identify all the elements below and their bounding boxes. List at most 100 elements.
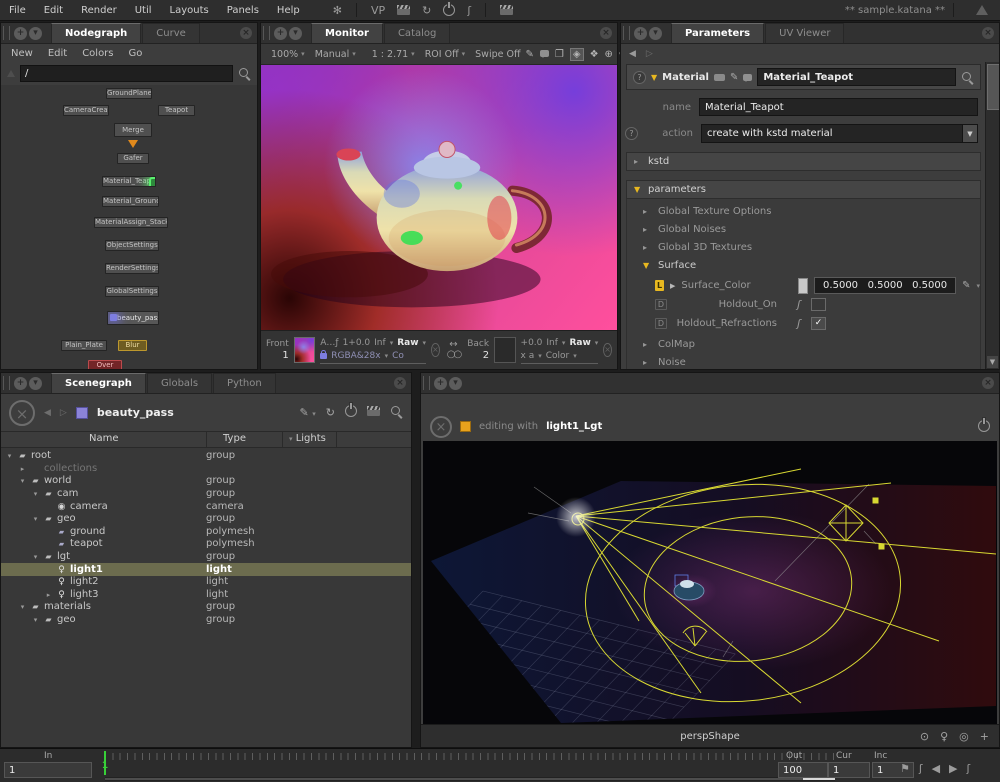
power-icon[interactable] <box>978 417 990 436</box>
menu-item[interactable]: Edit <box>35 5 72 16</box>
help-icon[interactable]: ? <box>625 127 638 140</box>
default-value-badge[interactable]: D <box>655 299 667 310</box>
search-icon[interactable] <box>961 71 974 84</box>
viewport-toggle[interactable]: VP <box>371 4 385 17</box>
node[interactable]: CameraCreate <box>63 105 109 116</box>
update-mode-dropdown[interactable]: Manual▾ <box>310 49 361 60</box>
node[interactable]: MaterialAssign_Stack <box>94 217 168 228</box>
comment-icon[interactable] <box>540 49 549 60</box>
menu-item[interactable]: Layouts <box>161 5 218 16</box>
node-name-input[interactable]: Material_Teapot <box>757 68 956 86</box>
crosshair-icon[interactable]: ⊕ <box>605 49 613 60</box>
panel-close-icon[interactable]: × <box>982 27 994 39</box>
node[interactable]: RenderSettings <box>105 263 159 274</box>
tab[interactable]: Scenegraph <box>51 373 146 393</box>
expander-icon[interactable]: ▾ <box>5 450 14 462</box>
back-icon[interactable]: ◀ <box>44 408 51 418</box>
pen-icon[interactable]: ✎ <box>962 280 970 291</box>
roi-dropdown[interactable]: ROI Off▾ <box>420 49 470 60</box>
panel-menu-icon[interactable]: ▾ <box>29 27 42 40</box>
camera-name[interactable]: perspShape <box>680 731 739 742</box>
panel-grip[interactable] <box>623 26 630 40</box>
lock-icon[interactable] <box>320 353 327 359</box>
tab[interactable]: Parameters <box>671 23 764 43</box>
group-global-3d-textures[interactable]: ▸Global 3D Textures <box>627 238 980 256</box>
panel-grip[interactable] <box>3 376 10 390</box>
node[interactable]: Blur <box>118 340 147 351</box>
parameters-section-header[interactable]: ▼ parameters <box>626 180 981 199</box>
prev-key-icon[interactable]: ʃ <box>919 762 923 775</box>
clapperboard-icon[interactable] <box>367 406 380 419</box>
zoom-dropdown[interactable]: 100%▾ <box>266 49 310 60</box>
scenegraph-row[interactable]: light1 light <box>1 563 411 576</box>
node[interactable]: beauty_pass <box>107 311 159 325</box>
forward-icon[interactable]: ▷ <box>60 408 67 418</box>
back-icon[interactable]: ◀ <box>629 49 636 59</box>
column-lights[interactable]: ▾ Lights <box>289 433 326 444</box>
back-thumbnail[interactable] <box>494 337 515 363</box>
scenegraph-row[interactable]: ▾ lgt group <box>1 551 411 564</box>
column-divider[interactable] <box>336 432 337 447</box>
visibility-icon[interactable]: ⊙ <box>920 730 929 743</box>
node[interactable]: Plain_Plate <box>61 340 107 351</box>
clapperboard-icon[interactable] <box>397 5 410 15</box>
menu-item[interactable]: Help <box>268 5 309 16</box>
buffer-link[interactable]: ↔ ○○ <box>447 340 460 360</box>
color-swatch[interactable] <box>798 278 808 294</box>
menu-item[interactable]: Render <box>72 5 126 16</box>
target-icon[interactable]: ◎ <box>959 730 969 743</box>
panel-menu-icon[interactable]: ▾ <box>449 377 462 390</box>
node[interactable]: Material_Teapot <box>102 176 156 187</box>
search-icon[interactable] <box>390 405 403 421</box>
group-global-noises[interactable]: ▸Global Noises <box>627 220 980 238</box>
expander-icon[interactable]: ▾ <box>31 488 40 500</box>
tab[interactable]: Python <box>213 373 276 393</box>
liveness-icon[interactable]: × <box>430 416 452 438</box>
expander-icon[interactable]: ▾ <box>18 601 27 613</box>
render-clapper-icon[interactable] <box>500 5 513 15</box>
tab[interactable]: UV Viewer <box>765 23 844 43</box>
clear-back-icon[interactable]: × <box>603 343 612 357</box>
view-flag-arrow-icon[interactable] <box>128 140 138 153</box>
swatches-icon[interactable]: ❖ <box>590 49 599 60</box>
gear-icon[interactable]: ✻ <box>333 4 342 17</box>
pixel-probe-icon[interactable]: ◈ <box>570 48 584 61</box>
scenegraph-row[interactable]: ▾ world group <box>1 475 411 488</box>
scenegraph-row[interactable]: teapot polymesh <box>1 538 411 551</box>
in-frame-field[interactable]: 1 <box>4 762 92 778</box>
menu-item[interactable]: Util <box>126 5 161 16</box>
panel-split-icon[interactable]: + <box>14 377 27 390</box>
help-icon[interactable]: ? <box>633 71 646 84</box>
scenegraph-row[interactable]: ▸ light3 light <box>1 589 411 602</box>
clear-front-icon[interactable]: × <box>431 343 440 357</box>
column-divider[interactable] <box>206 432 207 447</box>
expand-icon[interactable]: ▶ <box>670 282 675 290</box>
tab[interactable]: Nodegraph <box>51 23 141 43</box>
group-colmap[interactable]: ▸ColMap <box>627 335 980 353</box>
panel-close-icon[interactable]: × <box>600 27 612 39</box>
column-type[interactable]: Type <box>223 433 246 444</box>
chevron-down-icon[interactable]: ▾ <box>976 282 980 290</box>
panel-menu-icon[interactable]: ▾ <box>29 377 42 390</box>
gang-icon[interactable]: ʃ <box>797 298 805 311</box>
panel-close-icon[interactable]: × <box>240 27 252 39</box>
panel-close-icon[interactable]: × <box>982 377 994 389</box>
refresh-icon[interactable]: ↻ <box>326 406 335 419</box>
scenegraph-row[interactable]: camera camera <box>1 500 411 513</box>
power-icon[interactable] <box>345 405 357 420</box>
link-icon[interactable]: ○○ <box>447 350 460 360</box>
timeline-scrollbar[interactable] <box>105 777 835 781</box>
expander-icon[interactable]: ▸ <box>18 463 27 475</box>
name-input[interactable]: Material_Teapot <box>699 98 978 116</box>
panel-split-icon[interactable]: + <box>434 377 447 390</box>
node[interactable]: GroundPlane <box>106 88 152 99</box>
bookmark-icon[interactable]: ⚑ <box>900 762 910 775</box>
column-divider[interactable] <box>282 432 283 447</box>
panel-grip[interactable] <box>423 376 430 390</box>
panel-grip[interactable] <box>3 26 10 40</box>
group-noise[interactable]: ▸Noise <box>627 353 980 369</box>
working-node-color-icon[interactable] <box>76 407 88 419</box>
scenegraph-row[interactable]: ▸ collections <box>1 463 411 476</box>
nodegraph-menu-item[interactable]: Edit <box>48 48 67 59</box>
expander-icon[interactable]: ▾ <box>31 551 40 563</box>
